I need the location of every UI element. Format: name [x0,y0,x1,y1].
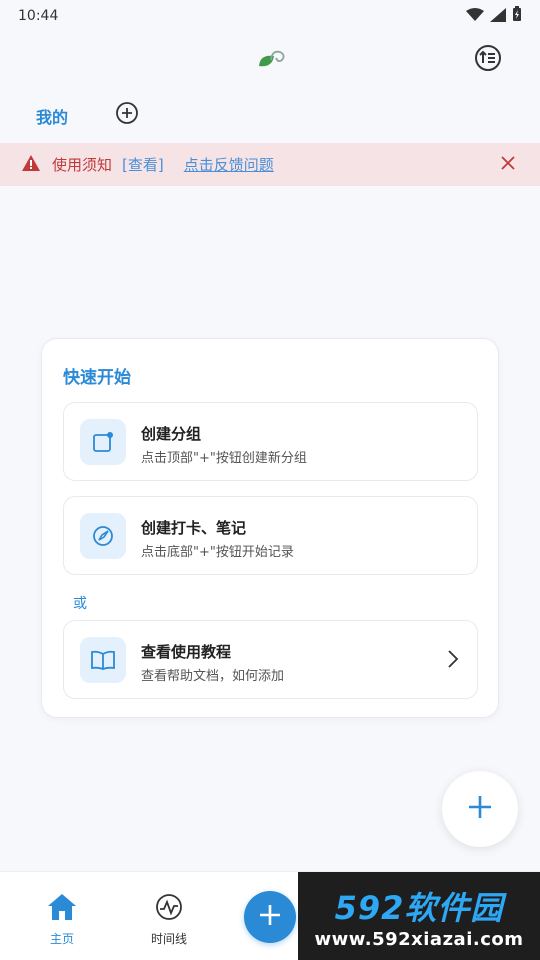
watermark: 592软件园 www.592xiazai.com [298,872,540,960]
feedback-link[interactable]: 点击反馈问题 [184,154,274,175]
plus-icon [258,903,282,931]
option-title: 创建分组 [141,425,202,443]
floating-add-button[interactable] [442,771,518,847]
option-title: 查看使用教程 [141,643,232,661]
compass-icon [80,513,126,559]
signal-icon [490,7,506,26]
center-add-button[interactable] [244,891,296,943]
option-subtitle: 点击底部"+"按钮开始记录 [141,545,294,560]
add-group-button[interactable] [114,102,140,128]
warning-icon [22,154,40,175]
status-icons [466,6,522,26]
chevron-right-icon [447,649,459,673]
tutorial-option[interactable]: 查看使用教程 查看帮助文档，如何添加 [63,620,478,699]
timeline-icon [154,894,184,926]
sort-icon [474,44,502,76]
app-header [0,32,540,88]
watermark-logo: 592软件园 [334,888,504,927]
book-icon [80,637,126,683]
option-title: 创建打卡、笔记 [141,519,247,537]
tab-mine[interactable]: 我的 [36,104,68,128]
status-bar: 10:44 [0,0,540,32]
plus-icon [467,794,493,824]
nav-label: 时间线 [150,932,187,946]
group-tabs: 我的 [0,96,540,136]
sort-button[interactable] [472,44,504,76]
notice-text: 使用须知 [52,156,113,174]
quick-start-title: 快速开始 [63,368,131,388]
notice-bar: 使用须知 [查看] 点击反馈问题 [0,143,540,186]
status-time: 10:44 [18,8,59,24]
nav-label: 主页 [49,932,74,946]
option-subtitle: 点击顶部"+"按钮创建新分组 [141,451,307,466]
nav-item-home[interactable]: 主页 [22,892,102,947]
new-group-icon [80,419,126,465]
nav-item-timeline[interactable]: 时间线 [129,892,209,947]
or-label: 或 [73,596,87,612]
notice-view-link[interactable]: [查看] [122,154,164,175]
close-icon [500,155,516,175]
battery-icon [512,6,522,26]
watermark-url: www.592xiazai.com [314,928,524,950]
create-checkin-option[interactable]: 创建打卡、笔记 点击底部"+"按钮开始记录 [63,496,478,575]
plus-circle-icon [115,101,139,129]
quick-start-card: 快速开始 创建分组 点击顶部"+"按钮创建新分组 创建打卡、笔记 点击底部"+"… [41,338,499,718]
wifi-icon [466,7,484,26]
notice-close-button[interactable] [498,155,518,175]
create-group-option[interactable]: 创建分组 点击顶部"+"按钮创建新分组 [63,402,478,481]
leaf-logo-icon [256,46,286,74]
home-icon [46,894,78,926]
option-subtitle: 查看帮助文档，如何添加 [141,669,285,684]
